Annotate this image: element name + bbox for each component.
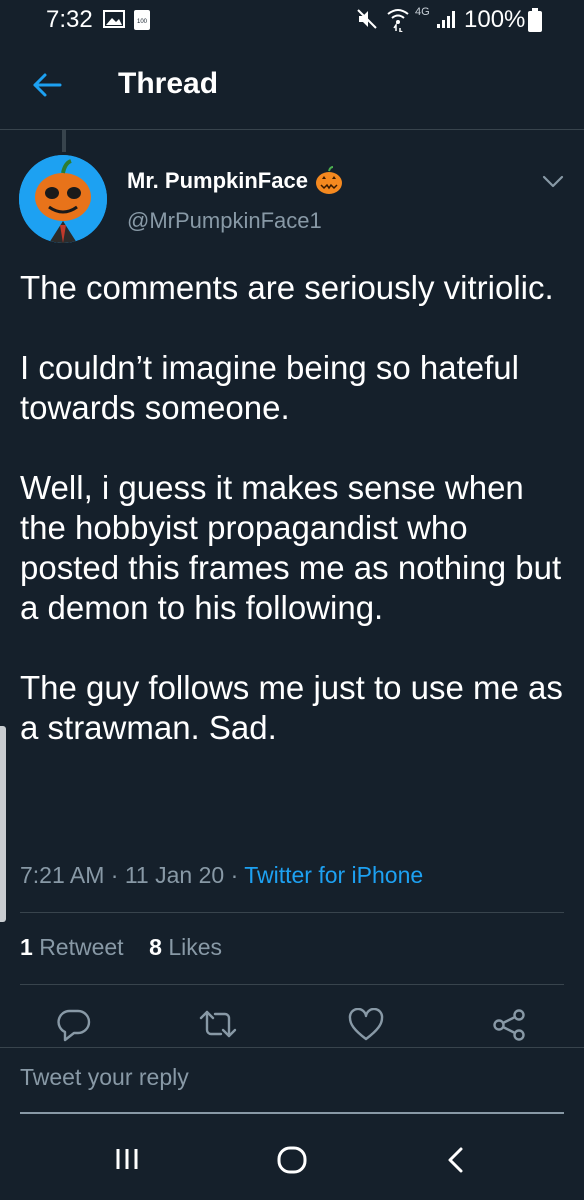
- retweet-label: Retweet: [39, 934, 124, 960]
- retweet-count: 1: [20, 934, 33, 960]
- wifi-icon: [387, 9, 409, 32]
- status-bar: 7:32 100 4G 100%: [0, 0, 584, 40]
- status-time: 7:32: [46, 6, 93, 33]
- tweet-date: 11 Jan 20: [124, 862, 225, 888]
- network-type: 4G: [415, 6, 430, 18]
- thread-header: Thread: [0, 40, 584, 130]
- reply-icon[interactable]: [56, 1008, 92, 1042]
- divider: [20, 984, 564, 985]
- scrollbar[interactable]: [0, 726, 6, 922]
- battery-saver-icon: 100: [134, 10, 150, 30]
- reply-area: Tweet your reply: [0, 1047, 584, 1118]
- page-title: Thread: [118, 67, 219, 100]
- system-nav-bar: [0, 1117, 584, 1200]
- nav-back-icon[interactable]: [444, 1145, 466, 1175]
- tweet-text: The comments are seriously vitriolic. I …: [20, 269, 563, 746]
- meta-separator: ·: [230, 862, 245, 888]
- reply-input[interactable]: Tweet your reply: [20, 1064, 564, 1114]
- signal-icon: [437, 11, 455, 28]
- like-count: 8: [149, 934, 162, 960]
- like-icon[interactable]: [348, 1008, 384, 1042]
- thread-connector-line: [62, 130, 66, 152]
- back-arrow-icon[interactable]: [30, 68, 64, 102]
- jack-o-lantern-icon: [315, 166, 342, 194]
- likes-stat[interactable]: 8 Likes: [149, 934, 222, 960]
- author-display-name[interactable]: Mr. PumpkinFace: [127, 168, 308, 194]
- divider: [20, 912, 564, 913]
- tweet-stats: 1 Retweet 8 Likes: [20, 934, 222, 961]
- mute-icon: [357, 9, 377, 29]
- tweet-time: 7:21 AM: [20, 862, 105, 888]
- share-icon[interactable]: [492, 1008, 526, 1042]
- home-icon[interactable]: [276, 1145, 308, 1175]
- recent-apps-icon[interactable]: [114, 1145, 140, 1173]
- retweet-icon[interactable]: [198, 1008, 238, 1040]
- battery-icon: [528, 8, 542, 32]
- retweet-stat[interactable]: 1 Retweet: [20, 934, 124, 960]
- gallery-icon: [103, 10, 125, 28]
- tweet-source-link[interactable]: Twitter for iPhone: [244, 862, 423, 888]
- tweet-actions: [0, 1004, 584, 1044]
- meta-separator: ·: [110, 862, 125, 888]
- battery-percent: 100%: [464, 6, 526, 33]
- battery-saver-label: 100: [137, 19, 148, 25]
- caret-down-icon[interactable]: [540, 170, 566, 192]
- pumpkin-avatar-image: [19, 155, 107, 243]
- likes-label: Likes: [168, 934, 223, 960]
- tweet-meta: 7:21 AM · 11 Jan 20 · Twitter for iPhone: [20, 862, 423, 889]
- avatar[interactable]: [19, 155, 107, 243]
- author-name-row: Mr. PumpkinFace: [127, 166, 344, 196]
- author-handle[interactable]: @MrPumpkinFace1: [127, 208, 322, 234]
